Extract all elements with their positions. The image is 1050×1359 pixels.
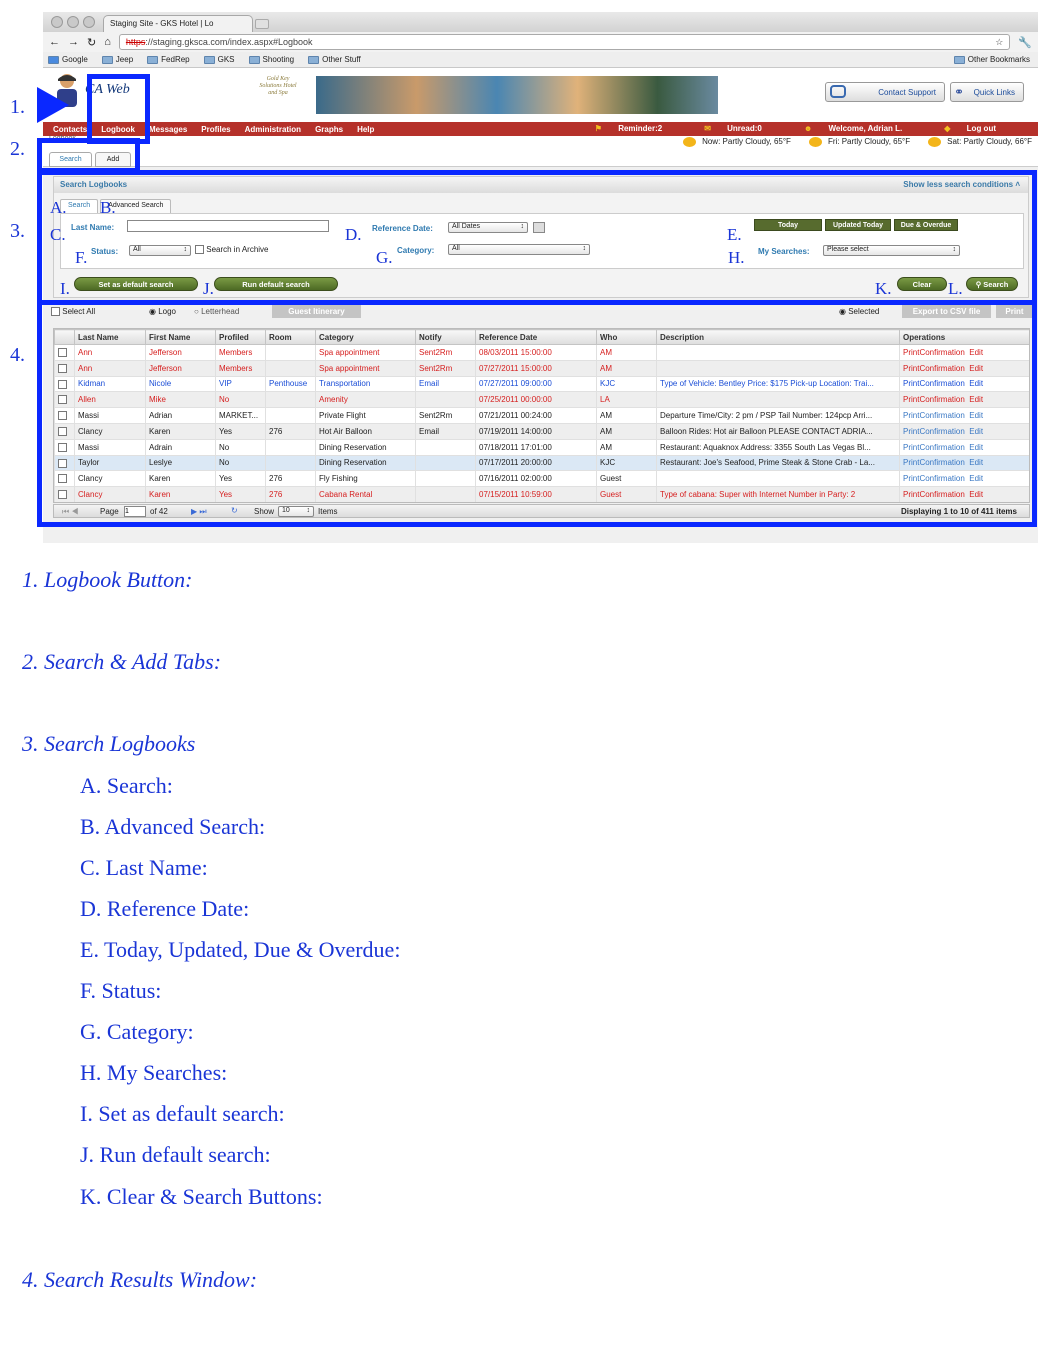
logbook-tabs: Search Add bbox=[43, 150, 1038, 167]
annotation-arrow-icon bbox=[37, 87, 69, 123]
annotation-j: J. bbox=[203, 279, 214, 298]
annotation-l: L. bbox=[948, 279, 963, 298]
other-bookmarks[interactable]: Other Bookmarks bbox=[953, 55, 1030, 64]
mail-icon: ✉ bbox=[704, 124, 711, 133]
note-k: K. Clear & Search Buttons: bbox=[80, 1184, 323, 1209]
weather-bar: Logbook Now: Partly Cloudy, 65°F Fri: Pa… bbox=[43, 135, 1038, 150]
annotation-1: 1. bbox=[10, 96, 25, 118]
app-header: CA Web Gold Key Solutions Hotel and Spa … bbox=[43, 68, 1038, 122]
note-results-window: 4. Search Results Window: bbox=[22, 1267, 258, 1292]
contact-support-button[interactable]: Contact Support bbox=[825, 82, 945, 102]
annotation-h: H. bbox=[728, 248, 745, 267]
sun-icon bbox=[683, 137, 697, 147]
note-search-logbooks: 3. Search Logbooks bbox=[22, 731, 196, 756]
note-i: I. Set as default search: bbox=[80, 1101, 285, 1126]
annotation-a: A. bbox=[50, 198, 67, 217]
bookmark-fedrep[interactable]: FedRep bbox=[147, 55, 190, 64]
welcome-text: ☻ Welcome, Adrian L. bbox=[803, 124, 903, 133]
bookmark-google[interactable]: Google bbox=[48, 55, 88, 64]
home-icon[interactable]: ⌂ bbox=[104, 36, 111, 48]
weather-now: Now: Partly Cloudy, 65°F bbox=[683, 137, 791, 147]
note-j: J. Run default search: bbox=[80, 1142, 271, 1167]
menu-contacts[interactable]: Contacts bbox=[53, 125, 87, 134]
back-icon[interactable]: ← bbox=[49, 36, 60, 48]
reminder-link[interactable]: ⚑ Reminder:2 bbox=[595, 124, 676, 133]
logout-icon: ◆ bbox=[944, 124, 951, 133]
quick-links-button[interactable]: ⚭ Quick Links bbox=[950, 82, 1024, 102]
sun-icon bbox=[808, 137, 822, 147]
annotation-f: F. bbox=[75, 248, 88, 267]
note-f: F. Status: bbox=[80, 978, 162, 1003]
hotel-banner-image bbox=[316, 76, 718, 114]
wrench-icon[interactable]: 🔧 bbox=[1018, 36, 1032, 49]
annotation-k: K. bbox=[875, 279, 892, 298]
annotation-2: 2. bbox=[10, 138, 25, 160]
bookmark-jeep[interactable]: Jeep bbox=[101, 55, 133, 64]
annotation-c: C. bbox=[50, 225, 66, 244]
menu-help[interactable]: Help bbox=[357, 125, 374, 134]
note-e: E. Today, Updated, Due & Overdue: bbox=[80, 937, 401, 962]
hotel-logo: Gold Key Solutions Hotel and Spa bbox=[259, 76, 297, 96]
note-logbook-button: 1. Logbook Button: bbox=[22, 567, 193, 592]
annotation-4: 4. bbox=[10, 344, 25, 366]
sun-icon bbox=[928, 137, 942, 147]
menu-graphs[interactable]: Graphs bbox=[315, 125, 343, 134]
menu-administration[interactable]: Administration bbox=[245, 125, 301, 134]
annotation-box-4 bbox=[37, 300, 1037, 527]
note-g: G. Category: bbox=[80, 1019, 194, 1044]
note-h: H. My Searches: bbox=[80, 1060, 228, 1085]
annotation-b: B. bbox=[100, 198, 116, 217]
annotation-i: I. bbox=[60, 279, 70, 298]
unread-link[interactable]: ✉ Unread:0 bbox=[704, 124, 776, 133]
note-c: C. Last Name: bbox=[80, 855, 208, 880]
window-controls[interactable] bbox=[51, 16, 95, 28]
bookmarks-bar: Google Jeep FedRep GKS Shooting Other St… bbox=[43, 52, 1038, 68]
weather-sat: Sat: Partly Cloudy, 66°F bbox=[928, 137, 1032, 147]
new-tab-button[interactable] bbox=[255, 19, 269, 29]
chat-icon bbox=[830, 85, 846, 98]
star-icon[interactable]: ☆ bbox=[995, 37, 1003, 48]
note-d: D. Reference Date: bbox=[80, 896, 250, 921]
reload-icon[interactable]: ↻ bbox=[87, 36, 96, 49]
bell-icon: ⚑ bbox=[594, 124, 602, 133]
menu-messages[interactable]: Messages bbox=[149, 125, 187, 134]
annotation-3: 3. bbox=[10, 220, 25, 242]
annotation-d: D. bbox=[345, 225, 362, 244]
browser-tab[interactable]: Staging Site - GKS Hotel | Lo bbox=[103, 15, 253, 32]
annotation-g: G. bbox=[376, 248, 393, 267]
url-input[interactable]: https://staging.gksca.com/index.aspx#Log… bbox=[118, 34, 1011, 50]
note-b: B. Advanced Search: bbox=[80, 814, 266, 839]
menu-profiles[interactable]: Profiles bbox=[201, 125, 230, 134]
address-bar-row: ← → ↻ ⌂ https://staging.gksca.com/index.… bbox=[43, 32, 1038, 52]
annotation-box-1 bbox=[87, 74, 150, 144]
annotation-e: E. bbox=[727, 225, 742, 244]
weather-fri: Fri: Partly Cloudy, 65°F bbox=[808, 137, 910, 147]
forward-icon[interactable]: → bbox=[68, 36, 79, 48]
annotation-box-2 bbox=[37, 138, 140, 173]
logout-link[interactable]: ◆ Log out bbox=[944, 124, 1010, 133]
link-icon: ⚭ bbox=[954, 85, 965, 99]
bookmark-gks[interactable]: GKS bbox=[203, 55, 235, 64]
browser-titlebar: Staging Site - GKS Hotel | Lo bbox=[43, 12, 1038, 32]
main-menu: Contacts Logbook Messages Profiles Admin… bbox=[43, 122, 1038, 136]
bookmark-other-stuff[interactable]: Other Stuff bbox=[308, 55, 361, 64]
bookmark-shooting[interactable]: Shooting bbox=[248, 55, 294, 64]
note-search-add-tabs: 2. Search & Add Tabs: bbox=[22, 649, 222, 674]
user-icon: ☻ bbox=[803, 124, 813, 133]
note-a: A. Search: bbox=[80, 773, 173, 798]
